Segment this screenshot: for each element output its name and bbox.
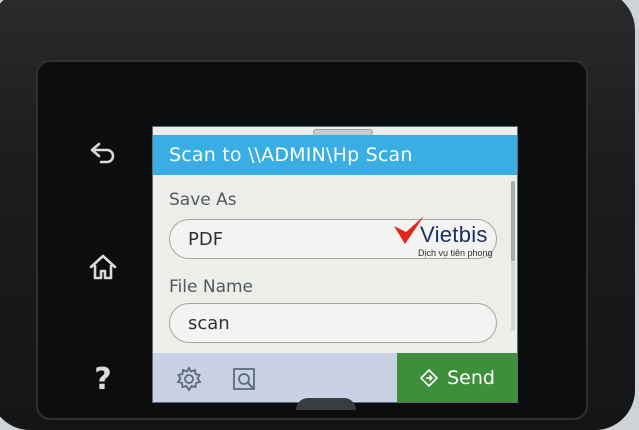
gear-icon[interactable] <box>175 365 203 393</box>
save-as-value: PDF <box>188 228 224 250</box>
send-button[interactable]: Send <box>397 353 517 402</box>
touch-screen: Scan to \\ADMIN\Hp Scan Save As PDF File… <box>153 127 517 402</box>
watermark-tagline: Dịch vụ tiên phong <box>418 248 493 258</box>
page-title: Scan to \\ADMIN\Hp Scan <box>169 144 413 166</box>
back-button[interactable] <box>86 135 120 169</box>
home-button[interactable] <box>86 250 120 284</box>
send-icon <box>419 368 439 387</box>
scan-header: Scan to \\ADMIN\Hp Scan <box>153 135 517 175</box>
help-icon: ? <box>94 361 112 397</box>
file-name-label: File Name <box>169 277 254 297</box>
bezel-notch <box>296 398 356 410</box>
help-button[interactable]: ? <box>86 361 120 397</box>
home-icon <box>89 254 117 280</box>
send-label: Send <box>447 366 495 389</box>
back-arrow-icon <box>90 142 115 164</box>
file-name-value: scan <box>188 312 230 334</box>
watermark-brand: Vietbis <box>420 222 488 247</box>
vietbis-watermark: Vietbis Dịch vụ tiên phong <box>392 214 512 262</box>
preview-icon[interactable] <box>231 366 259 392</box>
file-name-field[interactable]: scan <box>169 303 497 343</box>
save-as-label: Save As <box>169 190 237 210</box>
